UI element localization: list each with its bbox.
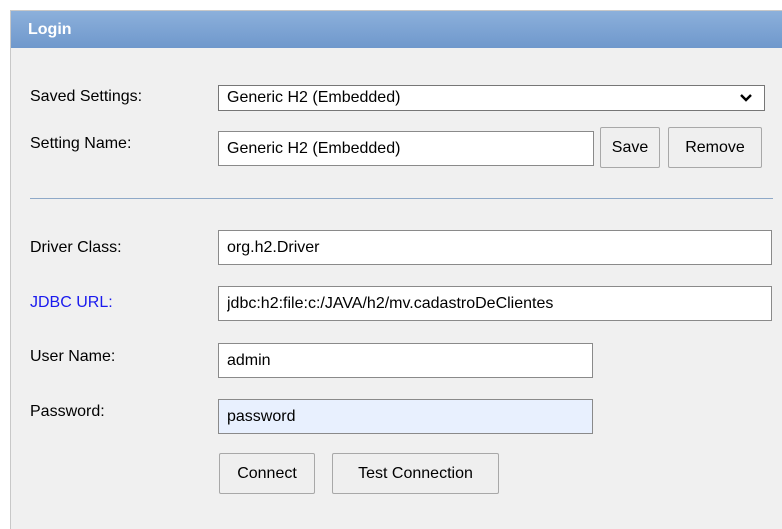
setting-name-input[interactable] [218,131,594,166]
saved-settings-value: Generic H2 (Embedded) [227,89,401,106]
panel-title: Login [11,11,782,48]
password-label: Password: [30,403,105,420]
login-panel: Login Saved Settings: Generic H2 (Embedd… [10,10,782,529]
driver-class-label: Driver Class: [30,239,122,256]
password-input[interactable] [218,399,593,434]
connect-button[interactable]: Connect [219,453,315,494]
saved-settings-label: Saved Settings: [30,88,143,105]
chevron-down-icon [740,94,752,102]
jdbc-url-input[interactable] [218,286,772,321]
setting-name-label: Setting Name: [30,135,132,152]
test-connection-button[interactable]: Test Connection [332,453,499,494]
user-name-input[interactable] [218,343,593,378]
saved-settings-select[interactable]: Generic H2 (Embedded) [218,85,765,111]
section-divider [30,198,773,199]
user-name-label: User Name: [30,348,116,365]
remove-button[interactable]: Remove [668,127,762,168]
driver-class-input[interactable] [218,230,772,265]
save-button[interactable]: Save [600,127,660,168]
jdbc-url-label: JDBC URL: [30,294,113,311]
